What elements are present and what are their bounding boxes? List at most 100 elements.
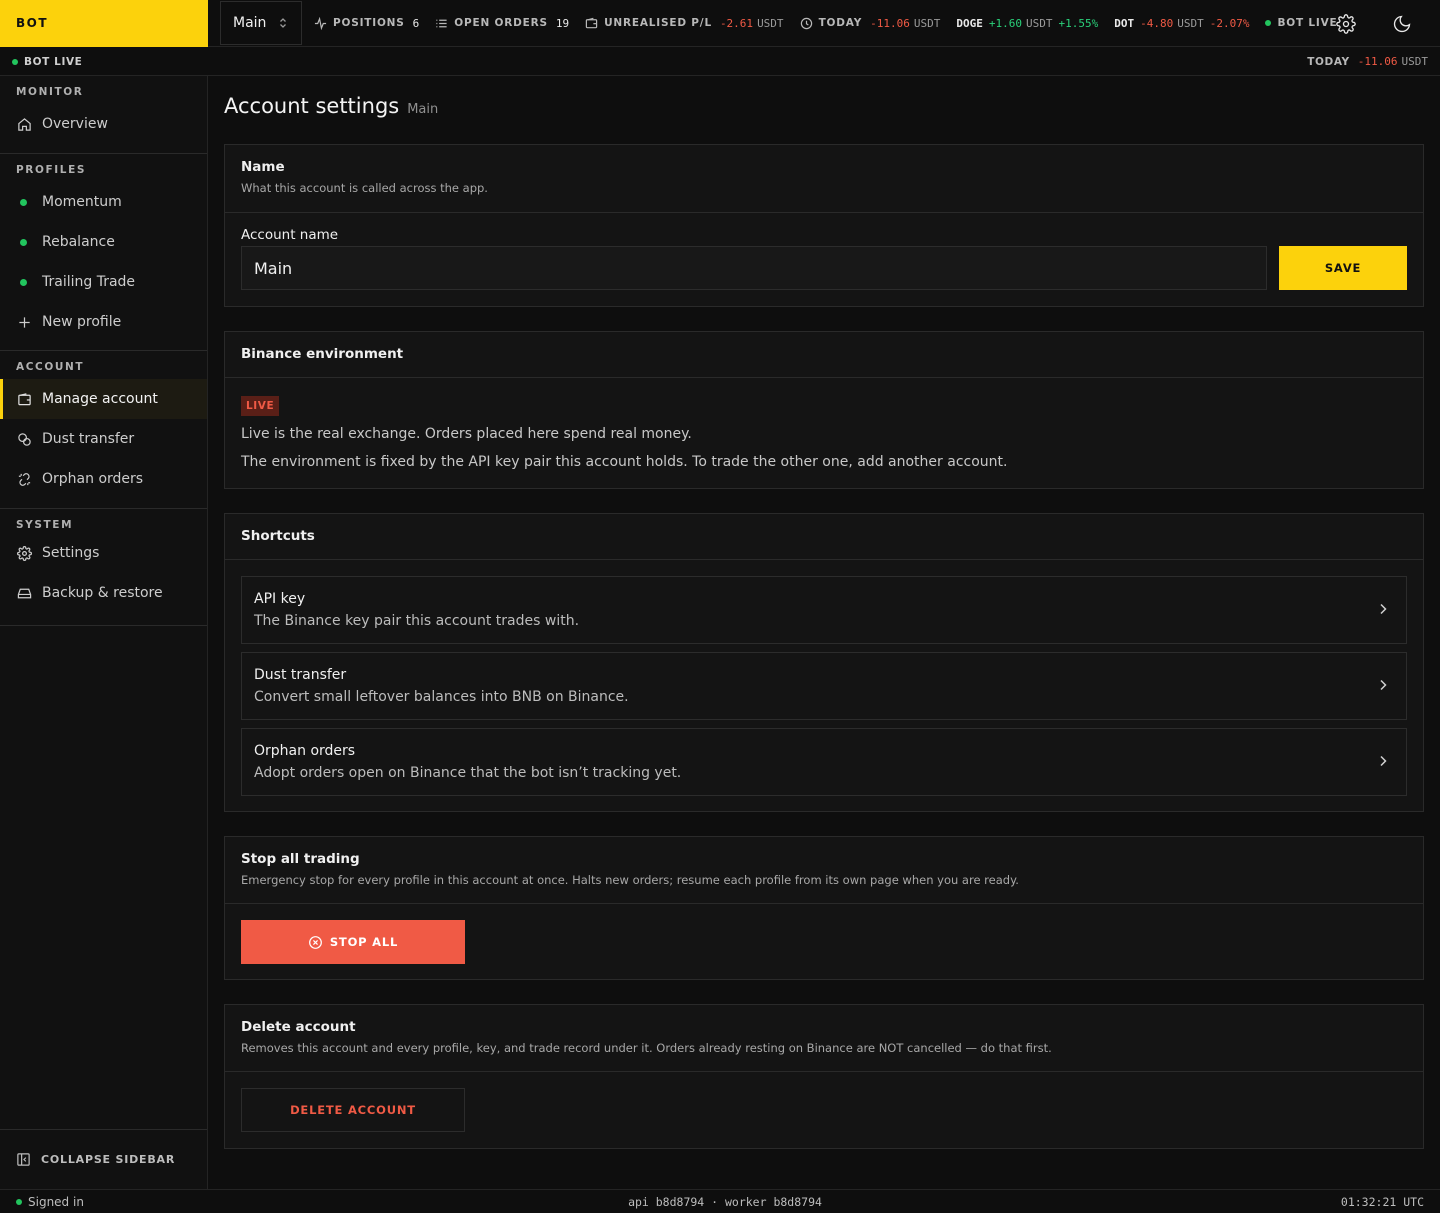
- card-description: What this account is called across the a…: [241, 181, 488, 195]
- sidebar-item-label: New profile: [42, 314, 122, 330]
- shortcut-api-key[interactable]: API key The Binance key pair this accoun…: [241, 576, 1407, 644]
- account-selector-value: Main: [233, 15, 267, 31]
- profile-status-dot: [20, 278, 27, 286]
- sidebar-item-new-profile[interactable]: New profile: [0, 302, 207, 342]
- status-bar: BOT LIVE TODAY -11.06 USDT: [0, 48, 1440, 76]
- today-value: -11.06: [870, 16, 910, 30]
- broken-link-icon: [18, 472, 30, 486]
- sidebar: MONITOR Overview PROFILES Momentum Rebal…: [0, 76, 208, 1189]
- shortcut-title: Orphan orders: [254, 743, 356, 759]
- live-badge: LIVE: [241, 396, 280, 416]
- stop-all-button[interactable]: STOP ALL: [241, 920, 465, 964]
- environment-card: Binance environment LIVE Live is the rea…: [224, 331, 1424, 489]
- stop-trading-card: Stop all trading Emergency stop for ever…: [224, 836, 1424, 980]
- environment-note: The environment is fixed by the API key …: [241, 454, 1008, 470]
- x-circle-icon: [308, 935, 322, 949]
- activity-icon: [314, 16, 327, 30]
- sidebar-section-profiles: PROFILES Momentum Rebalance Trailing Tra…: [0, 154, 207, 351]
- chevron-right-icon: [1380, 603, 1387, 615]
- stats-strip: POSITIONS 6 OPEN ORDERS 19 UNREALISED P/…: [314, 16, 1354, 30]
- brand-logo[interactable]: BOT: [0, 0, 208, 47]
- sidebar-section-monitor: MONITOR Overview: [0, 76, 207, 154]
- gear-icon: [16, 545, 32, 561]
- card-description: Removes this account and every profile, …: [241, 1041, 1052, 1055]
- live-status-dot: [1265, 20, 1272, 26]
- wallet-icon: [585, 17, 598, 28]
- sidebar-item-label: Manage account: [42, 391, 158, 407]
- chevron-right-icon: [1380, 679, 1387, 691]
- ticker-value: -4.80: [1140, 16, 1174, 30]
- account-name-input[interactable]: [241, 246, 1267, 290]
- card-title: Binance environment: [241, 346, 404, 362]
- unrealised-value: -2.61: [719, 16, 754, 30]
- sidebar-item-label: Rebalance: [42, 234, 115, 250]
- sidebar-item-rebalance[interactable]: Rebalance: [0, 222, 207, 262]
- theme-toggle-button[interactable]: [1378, 0, 1426, 47]
- home-icon: [17, 117, 31, 131]
- sidebar-item-label: Dust transfer: [42, 431, 135, 447]
- sidebar-item-label: Backup & restore: [42, 585, 163, 601]
- shortcut-orphan-orders[interactable]: Orphan orders Adopt orders open on Binan…: [241, 728, 1407, 796]
- save-button[interactable]: SAVE: [1279, 246, 1407, 290]
- sidebar-collapse-icon: [17, 1153, 30, 1166]
- sidebar-item-label: Overview: [42, 116, 108, 132]
- sidebar-item-label: Settings: [42, 545, 100, 561]
- open-orders-value: 19: [555, 16, 570, 30]
- account-selector[interactable]: Main: [220, 1, 302, 45]
- sidebar-item-manage-account[interactable]: Manage account: [0, 379, 207, 419]
- positions-label: POSITIONS: [333, 17, 405, 29]
- sidebar-item-dust-transfer[interactable]: Dust transfer: [0, 419, 207, 459]
- live-status-dot: [12, 58, 18, 65]
- delete-account-card: Delete account Removes this account and …: [224, 1004, 1424, 1149]
- sidebar-item-backup-restore[interactable]: Backup & restore: [0, 573, 207, 613]
- today-label: TODAY: [1307, 55, 1350, 68]
- signed-in-dot: [16, 1198, 22, 1205]
- shortcut-description: Adopt orders open on Binance that the bo…: [254, 765, 682, 781]
- list-icon: [436, 19, 447, 27]
- today-unit: USDT: [1401, 55, 1429, 68]
- ticker-unit: USDT: [1177, 16, 1204, 30]
- hard-drive-icon: [17, 588, 31, 598]
- chevron-up-down-icon: [280, 18, 286, 28]
- chevron-right-icon: [1380, 755, 1387, 767]
- section-title: PROFILES: [16, 164, 87, 176]
- ticker-pct: +1.55%: [1058, 16, 1099, 30]
- ticker-symbol: DOT: [1114, 16, 1135, 30]
- shortcut-title: API key: [254, 591, 306, 607]
- delete-account-button[interactable]: DELETE ACCOUNT: [241, 1088, 465, 1132]
- ticker-unit: USDT: [1025, 16, 1053, 30]
- ticker-doge[interactable]: DOGE +1.60 USDT +1.55%: [956, 17, 1098, 30]
- sidebar-item-trailing-trade[interactable]: Trailing Trade: [0, 262, 207, 302]
- sidebar-item-label: Trailing Trade: [42, 274, 136, 290]
- ticker-pct: -2.07%: [1209, 16, 1250, 30]
- moon-icon: [1393, 15, 1411, 32]
- collapse-sidebar-button[interactable]: COLLAPSE SIDEBAR: [0, 1129, 207, 1189]
- shortcut-description: The Binance key pair this account trades…: [254, 613, 580, 629]
- card-title: Shortcuts: [241, 528, 315, 544]
- card-title: Stop all trading: [241, 851, 360, 867]
- sidebar-item-overview[interactable]: Overview: [0, 104, 207, 144]
- settings-button[interactable]: [1322, 0, 1370, 47]
- ticker-dot[interactable]: DOT -4.80 USDT -2.07%: [1114, 17, 1249, 30]
- unrealised-label: UNREALISED P/L: [604, 17, 712, 29]
- ticker-symbol: DOGE: [956, 16, 983, 30]
- collapse-sidebar-label: COLLAPSE SIDEBAR: [41, 1153, 176, 1166]
- sidebar-section-system: SYSTEM Settings Backup & restore: [0, 509, 207, 626]
- shortcut-dust-transfer[interactable]: Dust transfer Convert small leftover bal…: [241, 652, 1407, 720]
- open-orders-stat[interactable]: OPEN ORDERS 19: [435, 17, 569, 30]
- section-title: MONITOR: [16, 86, 84, 98]
- sidebar-item-settings[interactable]: Settings: [0, 533, 207, 573]
- environment-description: Live is the real exchange. Orders placed…: [241, 426, 692, 442]
- coins-icon: [17, 432, 31, 446]
- today-stat: TODAY -11.06 USDT: [800, 16, 940, 30]
- build-info: api b8d8794 · worker b8d8794: [628, 1194, 822, 1209]
- open-orders-label: OPEN ORDERS: [454, 17, 548, 29]
- sidebar-item-momentum[interactable]: Momentum: [0, 182, 207, 222]
- signed-in-status: Signed in: [28, 1194, 84, 1209]
- today-label: TODAY: [818, 17, 863, 29]
- positions-value: 6: [412, 16, 420, 30]
- positions-stat[interactable]: POSITIONS 6: [314, 16, 420, 30]
- profile-status-dot: [20, 198, 27, 206]
- page-title: Account settings: [224, 94, 400, 118]
- sidebar-item-orphan-orders[interactable]: Orphan orders: [0, 459, 207, 499]
